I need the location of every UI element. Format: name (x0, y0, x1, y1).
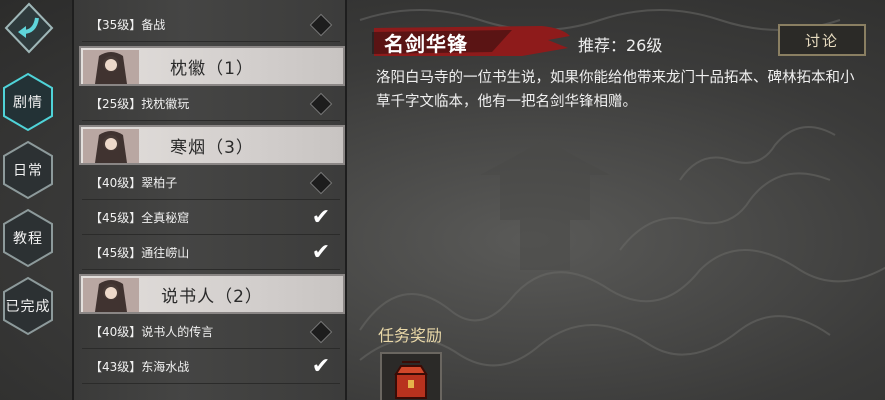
quest-list[interactable]: 【35级】备战 枕徽（1） 【25级】找枕徽玩 寒烟（3） 【40级】翠柏子 【45级】全… (72, 0, 347, 400)
quest-group-header[interactable]: 枕徽（1） (79, 46, 345, 86)
quest-group-header[interactable]: 寒烟（3） (79, 125, 345, 165)
quest-state: ✔ (310, 207, 332, 229)
quest-item-label: 【40级】翠柏子 (90, 176, 178, 190)
quest-item[interactable]: 【45级】通往崂山 ✔ (82, 236, 340, 270)
quest-item-label: 【45级】全真秘窟 (90, 211, 190, 225)
group-title: 枕徽（1） (170, 58, 254, 79)
quest-item-label: 【40级】说书人的传言 (90, 325, 214, 339)
quest-item[interactable]: 【43级】东海水战 ✔ (82, 350, 340, 384)
quest-item[interactable]: 【35级】备战 (82, 8, 340, 42)
nav-tab-tutorial[interactable]: 教程 (2, 208, 54, 268)
quest-state (309, 92, 333, 116)
checkmark-icon: ✔ (311, 240, 331, 265)
nav-tab-label: 剧情 (13, 95, 43, 111)
group-title: 说书人（2） (161, 286, 263, 307)
diamond-icon (309, 320, 333, 344)
quest-state: ✔ (310, 356, 332, 378)
group-title: 寒烟（3） (170, 137, 254, 158)
nav-tab-label: 日常 (13, 163, 43, 179)
diamond-icon (309, 171, 333, 195)
quest-item[interactable]: 【40级】说书人的传言 (82, 315, 340, 349)
quest-item-label: 【43级】东海水战 (90, 360, 190, 374)
quest-state (309, 13, 333, 37)
quest-detail: 名剑华锋 推荐：26级 讨论 洛阳白马寺的一位书生说，如果你能给他带来龙门十品拓… (360, 0, 885, 400)
quest-item-label: 【35级】备战 (90, 18, 166, 32)
quest-item[interactable]: 【25级】找枕徽玩 (82, 87, 340, 121)
nav-tab-completed[interactable]: 已完成 (2, 276, 54, 336)
quest-item[interactable]: 【40级】翠柏子 (82, 166, 340, 200)
reward-label: 任务奖励 (378, 326, 443, 345)
nav-tab-label: 已完成 (5, 299, 51, 315)
discuss-button[interactable]: 讨论 (778, 24, 866, 56)
quest-state (309, 171, 333, 195)
checkmark-icon: ✔ (311, 354, 331, 379)
quest-item-label: 【45级】通往崂山 (90, 246, 190, 260)
diamond-icon (309, 92, 333, 116)
quest-description: 洛阳白马寺的一位书生说，如果你能给他带来龙门十品拓本、碑林拓本和小草千字文临本，… (376, 70, 855, 110)
quest-title: 名剑华锋 (384, 32, 468, 56)
nav-tab-story[interactable]: 剧情 (2, 72, 54, 132)
quest-state: ✔ (310, 242, 332, 264)
quest-item[interactable]: 【45级】全真秘窟 ✔ (82, 201, 340, 235)
diamond-icon (309, 13, 333, 37)
quest-group-header[interactable]: 说书人（2） (79, 274, 345, 314)
back-arrow-icon (4, 2, 54, 54)
nav-tab-daily[interactable]: 日常 (2, 140, 54, 200)
left-nav: 剧情 日常 教程 已完成 (0, 0, 58, 400)
reward-slot[interactable] (380, 352, 442, 400)
red-chest-icon (394, 361, 428, 399)
nav-tab-label: 教程 (13, 231, 43, 247)
checkmark-icon: ✔ (311, 205, 331, 230)
quest-item-label: 【25级】找枕徽玩 (90, 97, 190, 111)
recommended-level: 推荐：26级 (578, 36, 663, 55)
quest-state (309, 320, 333, 344)
back-button[interactable] (4, 2, 54, 54)
